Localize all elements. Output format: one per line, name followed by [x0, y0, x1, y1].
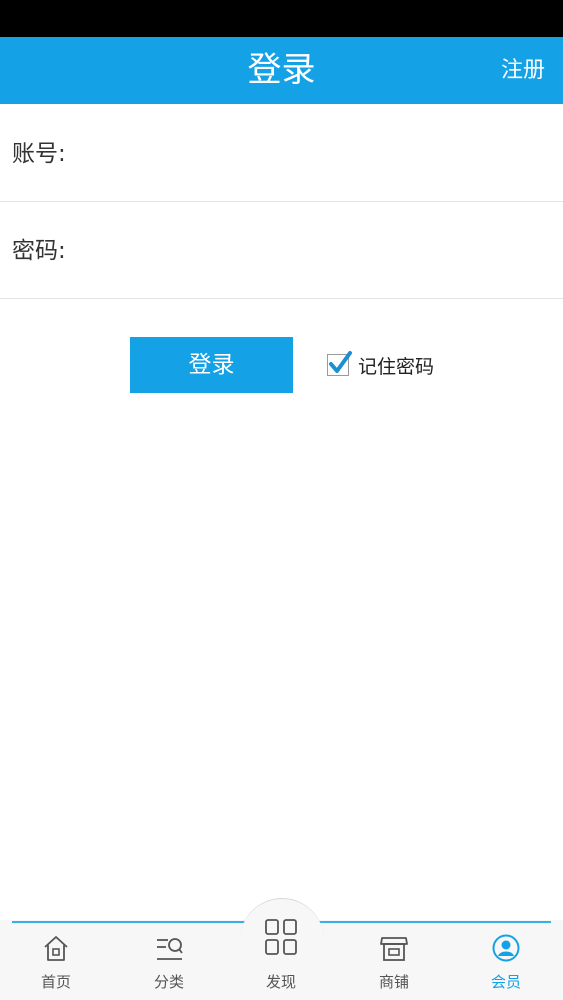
tab-discover-label: 发现 — [265, 973, 296, 991]
account-label: 账号: — [12, 141, 66, 167]
tab-home[interactable]: 首页 — [11, 930, 101, 1000]
tab-category-label: 分类 — [153, 973, 184, 991]
password-label: 密码: — [12, 238, 66, 264]
category-icon — [157, 938, 183, 960]
app-header: 登录 注册 — [0, 37, 563, 104]
tab-member[interactable]: 会员 — [461, 930, 551, 1000]
account-row: 账号: — [0, 106, 563, 202]
tab-member-label: 会员 — [490, 973, 521, 991]
remember-password-toggle[interactable]: 记住密码 — [327, 348, 434, 382]
grid-icon — [265, 919, 297, 955]
page-title: 登录 — [247, 50, 316, 90]
login-button[interactable]: 登录 — [130, 337, 293, 393]
status-bar — [0, 0, 563, 37]
tab-category[interactable]: 分类 — [124, 930, 214, 1000]
home-icon — [44, 936, 68, 961]
remember-password-label: 记住密码 — [358, 355, 435, 378]
tab-shop-label: 商铺 — [378, 973, 409, 991]
checkmark-icon — [329, 351, 352, 373]
user-icon — [492, 934, 520, 962]
remember-checkbox[interactable] — [327, 351, 352, 376]
shop-icon — [380, 937, 408, 961]
password-input[interactable] — [78, 223, 548, 279]
register-link[interactable]: 注册 — [501, 37, 545, 104]
tab-home-label: 首页 — [40, 973, 71, 991]
tab-discover[interactable]: 发现 — [236, 912, 326, 1000]
tab-shop[interactable]: 商铺 — [349, 930, 439, 1000]
account-input[interactable] — [78, 126, 548, 182]
password-row: 密码: — [0, 203, 563, 299]
